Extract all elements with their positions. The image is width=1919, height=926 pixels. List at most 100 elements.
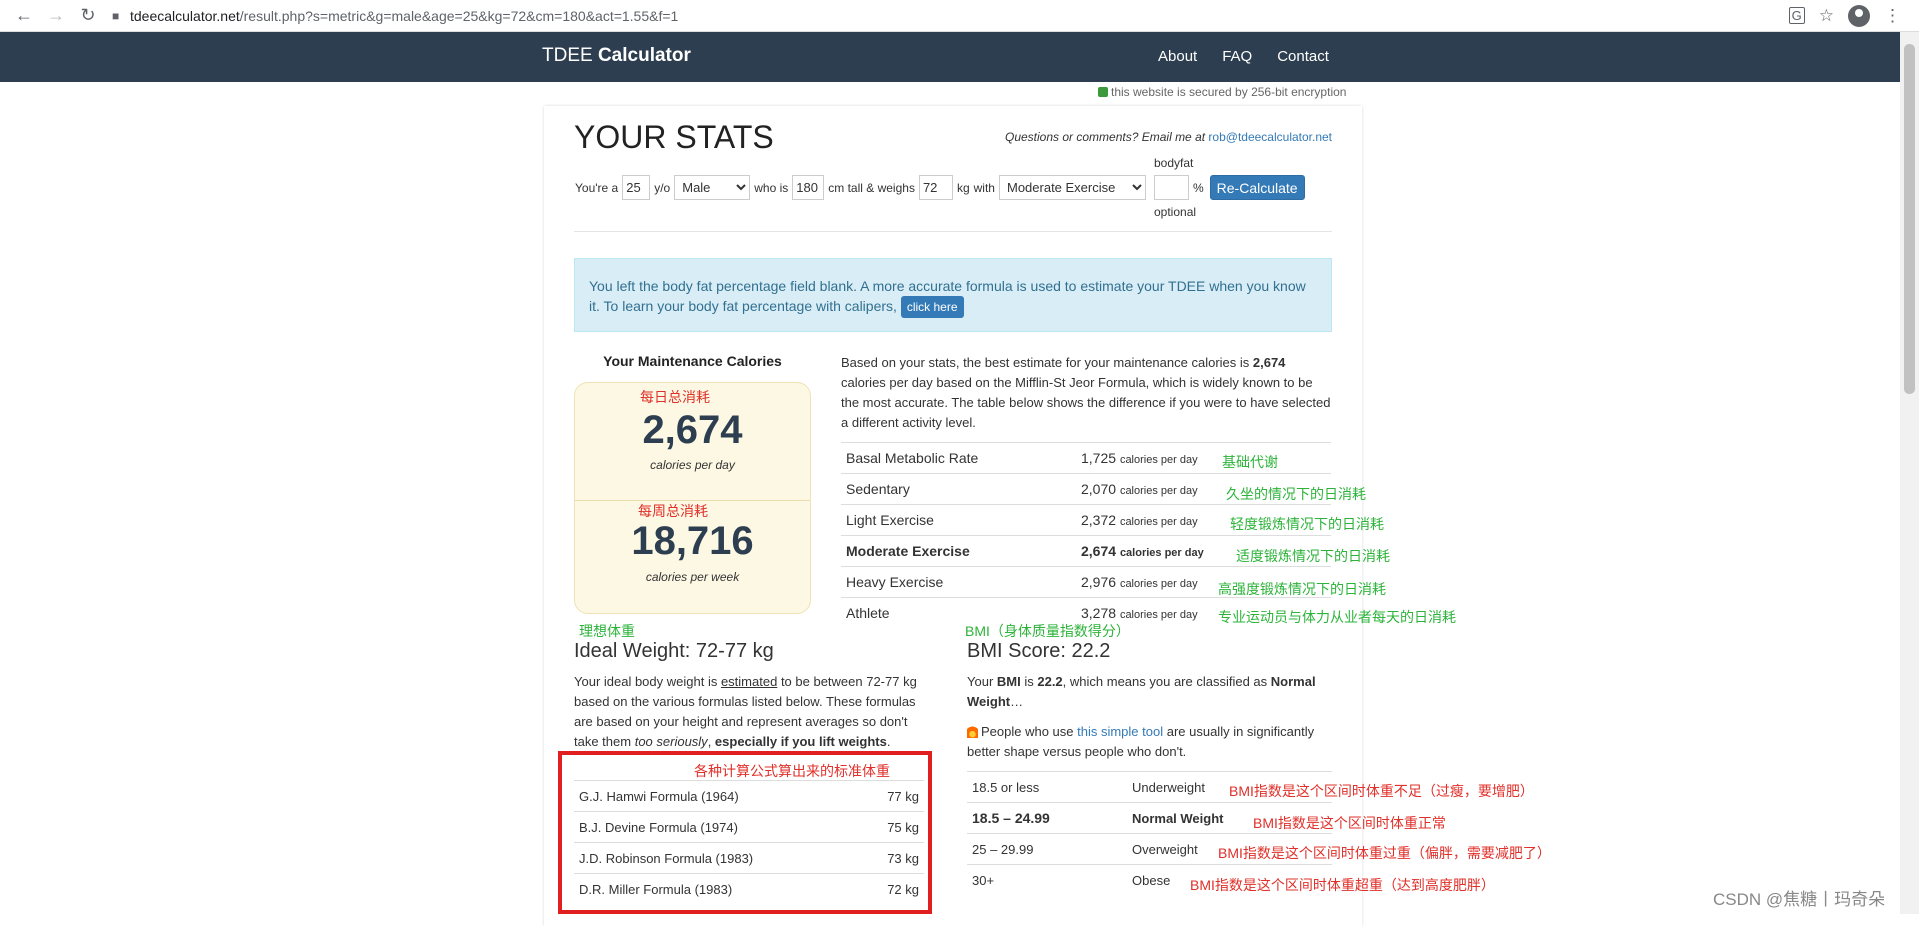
divider bbox=[574, 231, 1332, 232]
bmi-abbr: BMI bbox=[996, 674, 1021, 689]
back-icon[interactable]: ← bbox=[10, 2, 38, 30]
activity-number: 2,070 bbox=[1081, 481, 1117, 497]
brand-bold: Calculator bbox=[597, 45, 691, 66]
daily-unit: calories per day bbox=[650, 458, 735, 472]
translate-icon[interactable]: G bbox=[1788, 7, 1805, 24]
annotation-light: 轻度锻炼情况下的日消耗 bbox=[1230, 516, 1384, 532]
activity-value: 2,976 calories per day bbox=[1081, 574, 1198, 590]
kg-label: kg bbox=[956, 180, 970, 195]
contact-line: Questions or comments? Email me at rob@t… bbox=[1005, 130, 1332, 144]
annotation-obese: BMI指数是这个区间时体重超重（达到高度肥胖） bbox=[1190, 877, 1495, 893]
recalculate-button[interactable]: Re-Calculate bbox=[1209, 175, 1305, 200]
ideal-italic: too seriously bbox=[634, 734, 708, 749]
browser-toolbar: ← → ↻ ■ tdeecalculator.net/result.php?s=… bbox=[0, 0, 1919, 32]
page-scrollbar[interactable] bbox=[1900, 32, 1919, 914]
menu-icon[interactable]: ⋮ bbox=[1884, 6, 1901, 26]
maintenance-explanation: Based on your stats, the best estimate f… bbox=[841, 353, 1331, 433]
bmi-range: 30+ bbox=[972, 872, 995, 888]
activity-number: 2,674 bbox=[1081, 543, 1117, 559]
activity-select[interactable]: Moderate Exercise bbox=[998, 175, 1146, 200]
weekly-calories: 18,716 bbox=[631, 519, 754, 563]
activity-unit: calories per day bbox=[1119, 454, 1198, 466]
bmi-score-title: BMI Score: 22.2 bbox=[967, 640, 1111, 662]
annotation-bmr: 基础代谢 bbox=[1222, 454, 1278, 470]
ideal-p3: , bbox=[707, 734, 715, 749]
bmi-p2: is bbox=[1020, 674, 1038, 689]
daily-calories: 2,674 bbox=[642, 408, 743, 452]
activity-unit: calories per day bbox=[1119, 547, 1204, 559]
maintenance-box: 2,674 calories per day 18,716 calories p… bbox=[574, 382, 811, 614]
nav-faq-link[interactable]: FAQ bbox=[1222, 48, 1252, 65]
annotation-overweight: BMI指数是这个区间时体重过重（偏胖，需要减肥了） bbox=[1218, 845, 1551, 861]
address-bar[interactable]: ■ tdeecalculator.net/result.php?s=metric… bbox=[112, 3, 1789, 29]
weight-input[interactable] bbox=[918, 175, 953, 200]
star-icon[interactable]: ☆ bbox=[1819, 6, 1834, 26]
stats-form: You're a y/o Male who is cm tall & weigh… bbox=[575, 175, 1305, 200]
lock-icon: ■ bbox=[112, 8, 120, 23]
bmi-tip: People who use this simple tool are usua… bbox=[967, 722, 1337, 762]
activity-value: 2,372 calories per day bbox=[1081, 512, 1198, 528]
nav-about-link[interactable]: About bbox=[1158, 48, 1197, 65]
age-input[interactable] bbox=[622, 175, 651, 200]
ideal-weight-text: Your ideal body weight is estimated to b… bbox=[574, 672, 934, 752]
simple-tool-link[interactable]: this simple tool bbox=[1077, 724, 1163, 739]
calipers-click-here-button[interactable]: click here bbox=[900, 296, 964, 318]
annotation-athlete: 专业运动员与体力从业者每天的日消耗 bbox=[1218, 609, 1456, 625]
annotation-sedentary: 久坐的情况下的日消耗 bbox=[1226, 486, 1366, 502]
yo-label: y/o bbox=[654, 180, 671, 195]
annotation-moderate: 适度锻炼情况下的日消耗 bbox=[1236, 548, 1390, 564]
brand-light: TDEE bbox=[542, 45, 598, 66]
bmi-value: 22.2 bbox=[1037, 674, 1063, 689]
bmi-text: Your BMI is 22.2, which means you are cl… bbox=[967, 672, 1337, 712]
annotation-heavy: 高强度锻炼情况下的日消耗 bbox=[1218, 581, 1386, 597]
activity-number: 3,278 bbox=[1081, 605, 1117, 621]
reload-icon[interactable]: ↻ bbox=[74, 2, 102, 30]
activity-value: 2,674 calories per day bbox=[1081, 543, 1204, 559]
ideal-bold: especially if you lift weights bbox=[714, 734, 887, 749]
ideal-p4: . bbox=[886, 734, 891, 749]
activity-label: Heavy Exercise bbox=[846, 574, 944, 590]
annotation-daily: 每日总消耗 bbox=[640, 389, 710, 405]
ideal-weight-title: Ideal Weight: 72-77 kg bbox=[574, 640, 774, 662]
activity-unit: calories per day bbox=[1119, 609, 1198, 621]
annotation-weekly: 每周总消耗 bbox=[638, 503, 708, 519]
bmi-classification: Underweight bbox=[1132, 779, 1205, 795]
scrollbar-thumb[interactable] bbox=[1904, 44, 1915, 394]
activity-label: Basal Metabolic Rate bbox=[846, 450, 979, 466]
bodyfat-input[interactable] bbox=[1153, 175, 1189, 200]
ideal-p1: Your ideal body weight is bbox=[574, 674, 721, 689]
activity-number: 2,372 bbox=[1081, 512, 1117, 528]
optional-label: optional bbox=[1154, 205, 1197, 219]
bodyfat-alert: You left the body fat percentage field b… bbox=[574, 258, 1332, 332]
annotation-ideal: 理想体重 bbox=[579, 623, 635, 639]
annotation-normal: BMI指数是这个区间时体重正常 bbox=[1253, 815, 1446, 831]
bmi-classification: Normal Weight bbox=[1132, 810, 1224, 826]
url-host: tdeecalculator.net bbox=[130, 7, 240, 24]
who-is-label: who is bbox=[754, 180, 789, 195]
bmi-classification: Overweight bbox=[1132, 841, 1198, 857]
forward-icon[interactable]: → bbox=[42, 2, 70, 30]
padlock-icon bbox=[1098, 87, 1108, 97]
explain-pre: Based on your stats, the best estimate f… bbox=[841, 355, 1253, 370]
height-input[interactable] bbox=[792, 175, 825, 200]
activity-value: 2,070 calories per day bbox=[1081, 481, 1198, 497]
activity-unit: calories per day bbox=[1119, 485, 1198, 497]
gender-select[interactable]: Male bbox=[674, 175, 751, 200]
site-brand[interactable]: TDEE Calculator bbox=[542, 45, 691, 67]
percent-label: % bbox=[1192, 180, 1204, 195]
contact-email-link[interactable]: rob@tdeecalculator.net bbox=[1208, 130, 1332, 144]
bmi-p4: … bbox=[1010, 694, 1024, 709]
highlight-box bbox=[558, 751, 932, 914]
fire-icon bbox=[967, 725, 978, 738]
profile-avatar-icon[interactable] bbox=[1848, 4, 1870, 27]
with-label: with bbox=[973, 180, 995, 195]
nav-contact-link[interactable]: Contact bbox=[1277, 48, 1329, 65]
activity-number: 1,725 bbox=[1081, 450, 1117, 466]
estimated-link[interactable]: estimated bbox=[721, 674, 777, 689]
bmi-range: 25 – 29.99 bbox=[972, 841, 1034, 857]
explain-bold: 2,674 bbox=[1252, 355, 1286, 370]
activity-unit: calories per day bbox=[1119, 516, 1198, 528]
bmi-classification: Obese bbox=[1132, 872, 1171, 888]
bmi-range: 18.5 or less bbox=[972, 779, 1040, 795]
activity-value: 1,725 calories per day bbox=[1081, 450, 1198, 466]
